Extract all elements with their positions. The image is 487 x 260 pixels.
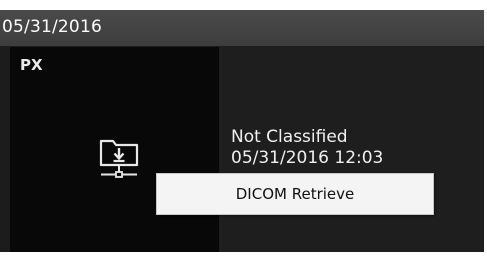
study-header-date: 05/31/2016 bbox=[2, 17, 102, 37]
folder-download-network-icon bbox=[99, 139, 139, 178]
series-datetime: 05/31/2016 12:03 bbox=[231, 148, 384, 168]
dicom-retrieve-menu-item[interactable]: DICOM Retrieve bbox=[157, 174, 433, 214]
modality-label: PX bbox=[20, 56, 43, 74]
study-header-bar[interactable]: 05/31/2016 bbox=[0, 10, 484, 46]
series-thumbnail-tile[interactable]: PX bbox=[10, 47, 219, 252]
context-menu: DICOM Retrieve bbox=[156, 173, 434, 215]
classification-status: Not Classified bbox=[231, 127, 348, 147]
